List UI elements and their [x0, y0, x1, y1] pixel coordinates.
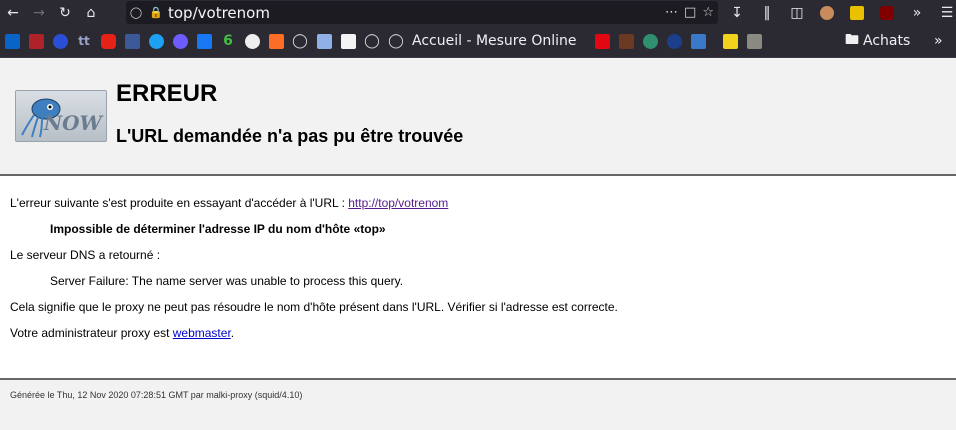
back-arrow-icon[interactable]: ← — [0, 0, 26, 25]
library-icon[interactable]: ‖ — [752, 0, 782, 25]
error-message: Impossible de déterminer l'adresse IP du… — [50, 222, 386, 236]
page-subtitle: L'URL demandée n'a pas pu être trouvée — [116, 126, 464, 146]
requested-url-link[interactable]: http://top/votrenom — [348, 196, 448, 210]
globe-icon[interactable]: ◯ — [360, 25, 384, 57]
blue-circle-bookmark-icon[interactable] — [48, 25, 72, 57]
bookmarks-overflow-chevrons-icon[interactable]: » — [934, 25, 943, 57]
tracking-shield-icon[interactable]: ◯ — [126, 6, 146, 19]
facebook-icon[interactable] — [120, 25, 144, 57]
sfr-icon[interactable] — [590, 25, 614, 57]
error-footer: Générée le Thu, 12 Nov 2020 07:28:51 GMT… — [0, 378, 956, 430]
forward-arrow-icon[interactable]: → — [26, 0, 52, 25]
error-page: NOW ERREUR L'URL demandée n'a pas pu êtr… — [0, 58, 956, 430]
admin-prefix: Votre administrateur proxy est — [10, 326, 173, 340]
image-bookmark-icon[interactable] — [312, 25, 336, 57]
admin-suffix: . — [230, 326, 235, 340]
explanation-text: Cela signifie que le proxy ne peut pas r… — [10, 300, 618, 314]
error-header: NOW ERREUR L'URL demandée n'a pas pu êtr… — [0, 58, 956, 176]
error-intro-text: L'erreur suivante s'est produite en essa… — [10, 196, 349, 210]
yellow-arrow-bookmark-icon[interactable] — [718, 25, 742, 57]
github-icon[interactable] — [240, 25, 264, 57]
webmaster-link[interactable]: webmaster — [173, 326, 231, 340]
cat-bookmark-icon[interactable] — [742, 25, 766, 57]
bookmark-accueil-mesure-online[interactable]: Accueil - Mesure Online — [412, 33, 576, 49]
reload-icon[interactable]: ↻ — [52, 0, 78, 25]
green-bookmark-icon[interactable]: 6 — [216, 25, 240, 57]
error-intro-line: L'erreur suivante s'est produite en essa… — [10, 196, 448, 210]
url-text[interactable]: top/votrenom — [168, 4, 270, 22]
account-avatar-icon[interactable] — [812, 0, 842, 25]
insecure-lock-icon[interactable]: 🔒 — [146, 6, 166, 19]
bookmark-folder-achats[interactable]: 🖿 Achats — [845, 25, 910, 57]
teal-bookmark-icon[interactable] — [638, 25, 662, 57]
lcl-icon[interactable] — [662, 25, 686, 57]
dns-label: Le serveur DNS a retourné : — [10, 248, 161, 262]
brown-bookmark-icon[interactable] — [614, 25, 638, 57]
bookmarks-bar: tt 6 ◯ ◯ ◯ Accueil - Mesure Online 🖿 Ach… — [0, 25, 956, 58]
outlook-icon[interactable] — [0, 25, 24, 57]
youtube-icon[interactable] — [96, 25, 120, 57]
blue-bookmark-icon[interactable] — [192, 25, 216, 57]
squid-logo: NOW — [15, 90, 107, 142]
footer-text: Générée le Thu, 12 Nov 2020 07:28:51 GMT… — [10, 390, 303, 400]
twitter-icon[interactable] — [144, 25, 168, 57]
flag-bookmark-icon[interactable] — [24, 25, 48, 57]
admin-line: Votre administrateur proxy est webmaster… — [10, 326, 234, 340]
page-actions-icon[interactable]: ⋯ — [665, 5, 678, 20]
download-bookmark-icon[interactable] — [686, 25, 710, 57]
page-title: ERREUR — [116, 80, 218, 107]
bookmark-star-icon[interactable]: ☆ — [702, 5, 714, 20]
sidebar-icon[interactable]: ◫ — [782, 0, 812, 25]
tt-bookmark-icon[interactable]: tt — [72, 25, 96, 57]
pocket-icon[interactable]: □ — [684, 5, 696, 20]
globe-icon[interactable]: ◯ — [384, 25, 408, 57]
logo-text: NOW — [43, 111, 102, 135]
gitlab-icon[interactable] — [264, 25, 288, 57]
dns-message: Server Failure: The name server was unab… — [50, 274, 404, 288]
globe-icon[interactable]: ◯ — [288, 25, 312, 57]
hamburger-menu-icon[interactable]: ☰ — [932, 0, 956, 25]
overflow-chevrons-icon[interactable]: » — [902, 0, 932, 25]
messenger-icon[interactable] — [168, 25, 192, 57]
folder-icon: 🖿 — [845, 32, 859, 48]
extension-yellow-icon[interactable] — [842, 0, 872, 25]
downloads-icon[interactable]: ↧ — [722, 0, 752, 25]
folder-label: Achats — [863, 33, 911, 49]
home-icon[interactable]: ⌂ — [78, 0, 104, 25]
esup-icon[interactable] — [336, 25, 360, 57]
address-bar[interactable]: ◯ 🔒 top/votrenom ⋯ □ ☆ — [126, 1, 718, 24]
ublock-origin-icon[interactable] — [872, 0, 902, 25]
browser-toolbar: ← → ↻ ⌂ ◯ 🔒 top/votrenom ⋯ □ ☆ ↧ ‖ ◫ » ☰ — [0, 0, 956, 25]
